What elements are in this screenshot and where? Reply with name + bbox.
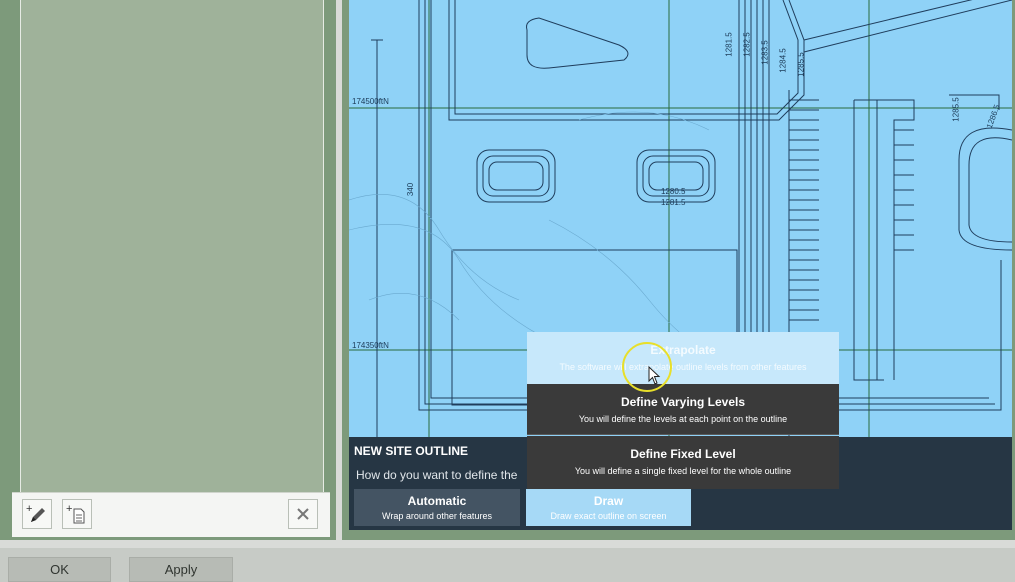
close-icon <box>297 508 309 520</box>
define-fixed-level-option[interactable]: Define Fixed Level You will define a sin… <box>527 436 839 489</box>
draw-label: Draw <box>593 494 624 508</box>
pencil-add-icon: + <box>26 503 45 522</box>
draw-sublabel: Draw exact outline on screen <box>550 511 667 521</box>
option-label: Define Fixed Level <box>630 447 736 461</box>
option-description: You will define a single fixed level for… <box>574 466 792 476</box>
contour-label: 1283.5 <box>760 40 770 65</box>
contour-label: 1281.5 <box>724 32 734 57</box>
automatic-sublabel: Wrap around other features <box>382 511 492 521</box>
ok-button[interactable]: OK <box>8 557 111 582</box>
feature-list-panel[interactable] <box>20 0 324 492</box>
option-label: Extrapolate <box>650 343 716 357</box>
level-options-menu: Extrapolate The software will extrapolat… <box>527 332 839 489</box>
extrapolate-option[interactable]: Extrapolate The software will extrapolat… <box>527 332 839 384</box>
add-outline-button[interactable]: + <box>22 499 52 529</box>
option-description: You will define the levels at each point… <box>578 414 788 424</box>
option-description: The software will extrapolate outline le… <box>559 362 807 372</box>
dimension-label: 340 <box>406 182 416 197</box>
automatic-label: Automatic <box>407 494 467 508</box>
northing-label-lower: 174350ftN <box>352 341 389 350</box>
cursor-highlight-ring <box>622 342 672 392</box>
add-file-button[interactable]: + <box>62 499 92 529</box>
apply-button[interactable]: Apply <box>129 557 233 582</box>
svg-text:+: + <box>26 503 32 515</box>
define-varying-levels-option[interactable]: Define Varying Levels You will define th… <box>527 384 839 435</box>
document-add-icon: + <box>66 503 85 524</box>
draw-button[interactable]: Draw Draw exact outline on screen <box>526 489 691 526</box>
delete-button[interactable] <box>288 499 318 529</box>
panel-title: NEW SITE OUTLINE <box>354 444 468 458</box>
automatic-button[interactable]: Automatic Wrap around other features <box>354 489 520 526</box>
panel-question: How do you want to define the <box>356 468 518 482</box>
contour-label: 1282.5 <box>742 32 752 57</box>
feature-list-toolbar: + + <box>12 492 330 537</box>
contour-label: 1285.5 <box>951 97 961 122</box>
northing-label-upper: 174500ftN <box>352 97 389 106</box>
contour-label: 1281.5 <box>661 198 686 207</box>
svg-text:+: + <box>66 503 72 515</box>
contour-label: 1285.5 <box>796 52 806 77</box>
mouse-pointer-icon <box>648 366 661 385</box>
contour-label: 1284.5 <box>778 48 788 73</box>
contour-label: 1280.5 <box>661 187 686 196</box>
option-label: Define Varying Levels <box>620 395 746 409</box>
